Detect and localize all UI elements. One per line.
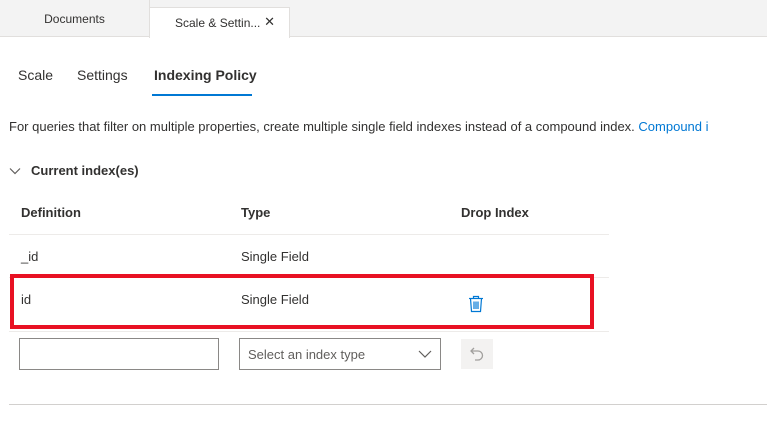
current-indexes-title: Current index(es): [31, 163, 139, 178]
row-divider: [9, 331, 609, 332]
column-header-type: Type: [241, 205, 271, 220]
section-divider: [9, 404, 767, 405]
active-subtab-indicator: [152, 94, 252, 96]
undo-icon: [470, 347, 484, 361]
subtab-scale[interactable]: Scale: [18, 58, 53, 96]
new-index-definition-input[interactable]: [19, 338, 219, 370]
current-indexes-header[interactable]: Current index(es): [9, 163, 139, 178]
info-text-body: For queries that filter on multiple prop…: [9, 119, 639, 134]
subtab-settings[interactable]: Settings: [77, 58, 128, 96]
index-type-select[interactable]: Select an index type: [239, 338, 441, 370]
tab-scale-settings[interactable]: Scale & Settin... ✕: [149, 7, 290, 38]
undo-button[interactable]: [461, 339, 493, 369]
close-icon[interactable]: ✕: [264, 15, 275, 29]
tab-scale-settings-label: Scale & Settin...: [175, 16, 261, 30]
column-header-drop-index: Drop Index: [461, 205, 529, 220]
subtab-indexing-policy[interactable]: Indexing Policy: [154, 58, 257, 96]
row-divider: [9, 234, 609, 235]
index-type: Single Field: [241, 249, 309, 264]
info-text: For queries that filter on multiple prop…: [9, 119, 767, 134]
tab-documents[interactable]: Documents: [0, 0, 150, 37]
compound-index-link[interactable]: Compound i: [638, 119, 708, 134]
chevron-down-icon: [418, 350, 432, 358]
highlight-box: [10, 274, 594, 329]
document-tab-strip: Documents Scale & Settin... ✕: [0, 0, 767, 38]
index-definition: _id: [21, 249, 39, 264]
column-header-definition: Definition: [21, 205, 81, 220]
index-type-placeholder: Select an index type: [248, 346, 366, 362]
chevron-down-icon: [9, 167, 21, 174]
tab-documents-label: Documents: [44, 11, 105, 26]
